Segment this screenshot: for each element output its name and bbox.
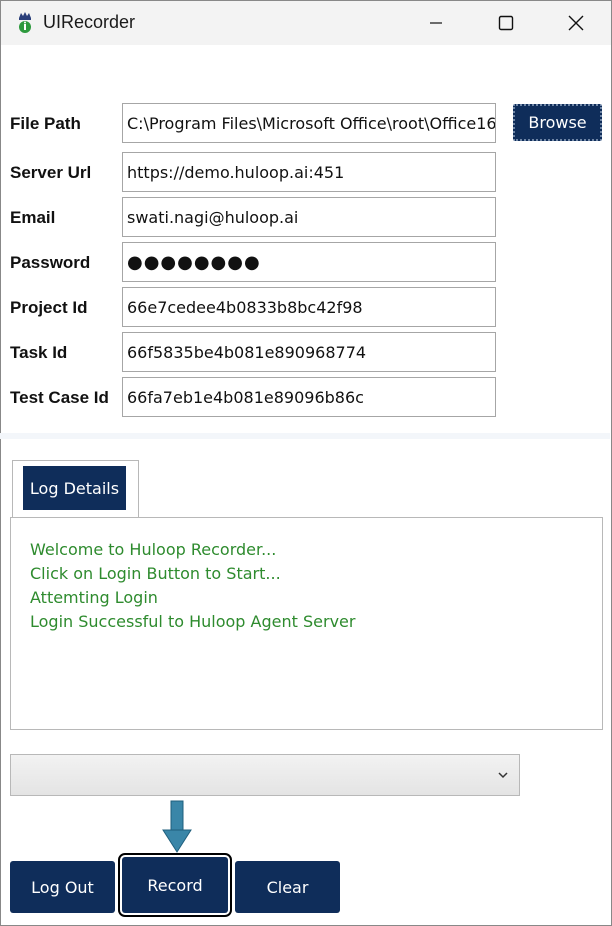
log-line: Click on Login Button to Start... [30, 564, 281, 583]
maximize-button[interactable] [471, 1, 541, 45]
arrow-down-icon [162, 800, 192, 853]
file-path-label: File Path [10, 114, 81, 133]
log-out-button[interactable]: Log Out [10, 861, 115, 913]
password-label: Password [10, 253, 91, 272]
test-case-id-input[interactable] [122, 377, 496, 417]
clear-button[interactable]: Clear [235, 861, 340, 913]
maximize-icon [498, 15, 514, 31]
email-label: Email [10, 208, 56, 227]
test-case-id-label: Test Case Id [10, 388, 109, 407]
title-bar: UIRecorder [1, 1, 611, 45]
browse-button[interactable]: Browse [513, 104, 602, 141]
record-button[interactable]: Record [118, 853, 232, 917]
log-line: Welcome to Huloop Recorder... [30, 540, 277, 559]
close-button[interactable] [541, 1, 611, 45]
server-url-label: Server Url [10, 163, 92, 182]
email-input[interactable] [122, 197, 496, 237]
file-path-input[interactable] [122, 103, 496, 143]
server-url-input[interactable] [122, 152, 496, 192]
selection-dropdown[interactable] [10, 754, 520, 796]
project-id-label: Project Id [10, 298, 88, 317]
minimize-button[interactable] [401, 1, 471, 45]
task-id-input[interactable] [122, 332, 496, 372]
window-title: UIRecorder [43, 12, 136, 32]
log-line: Attemting Login [30, 588, 158, 607]
log-panel: Welcome to Huloop Recorder... Click on L… [10, 517, 603, 730]
tab-log-details[interactable]: Log Details [23, 466, 126, 510]
project-id-input[interactable] [122, 287, 496, 327]
chevron-down-icon [498, 772, 508, 779]
minimize-icon [430, 22, 442, 24]
password-input[interactable] [122, 242, 496, 282]
section-divider [0, 433, 610, 439]
log-line: Login Successful to Huloop Agent Server [30, 612, 356, 631]
close-icon [568, 15, 584, 31]
task-id-label: Task Id [10, 343, 68, 362]
app-logo-icon [19, 12, 31, 33]
